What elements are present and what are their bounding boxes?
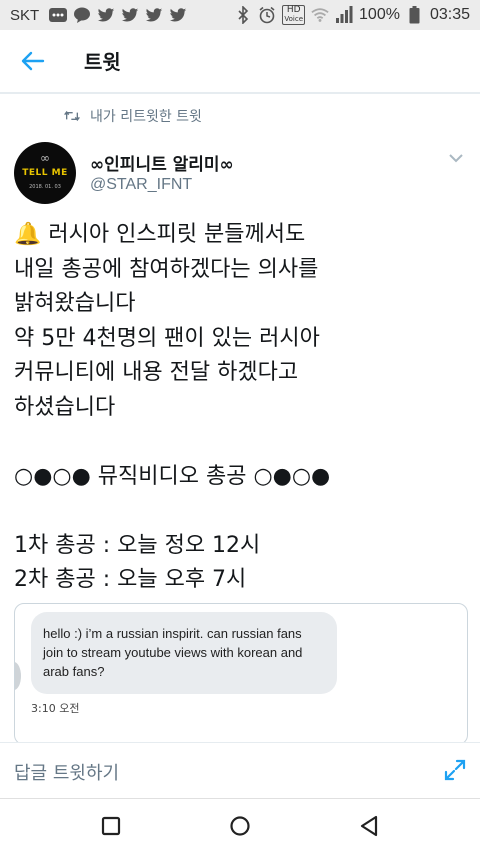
tweet-text: 🔔 러시아 인스피릿 분들께서도 내일 총공에 참여하겠다는 의사를 밝혀왔습니… bbox=[14, 222, 331, 592]
bluetooth-icon bbox=[234, 6, 252, 24]
status-bar-right: HD Voice 100% 03:35 bbox=[234, 0, 470, 30]
recent-apps-button[interactable] bbox=[96, 811, 126, 841]
app-bar: 트윗 bbox=[0, 30, 480, 94]
home-button[interactable] bbox=[225, 811, 255, 841]
hd-voice-top: HD bbox=[286, 5, 301, 15]
author-handle[interactable]: @STAR_IFNT bbox=[90, 176, 192, 194]
tweet-media-image[interactable]: hello :) i’m a russian inspirit. can rus… bbox=[14, 603, 468, 745]
reply-input[interactable]: 답글 트윗하기 bbox=[14, 759, 119, 785]
expand-reply-button[interactable] bbox=[444, 759, 466, 781]
triangle-back-icon bbox=[360, 815, 378, 837]
sender-avatar-partial bbox=[15, 662, 21, 690]
tweet-options-button[interactable] bbox=[446, 150, 466, 166]
twitter-notification-icon bbox=[121, 6, 139, 24]
twitter-notification-icon bbox=[145, 6, 163, 24]
clock: 03:35 bbox=[429, 6, 470, 23]
author-name[interactable]: ∞인피니트 알리미∞ bbox=[90, 150, 234, 175]
more-notifications-icon bbox=[49, 6, 68, 24]
twitter-notification-icon bbox=[169, 6, 187, 24]
hd-voice-icon: HD Voice bbox=[282, 5, 306, 25]
message-bubble: hello :) i’m a russian inspirit. can rus… bbox=[31, 612, 337, 694]
expand-icon bbox=[444, 759, 466, 781]
retweet-icon bbox=[64, 110, 80, 122]
message-time: 3:10 오전 bbox=[31, 702, 80, 715]
chevron-down-icon bbox=[449, 154, 463, 163]
navigation-bar bbox=[0, 798, 480, 854]
avatar[interactable]: ∞ TELL ME 2018. 01. 03 bbox=[14, 142, 76, 204]
battery-percent: 100% bbox=[359, 6, 400, 23]
back-nav-button[interactable] bbox=[354, 811, 384, 841]
avatar-album-text: TELL ME bbox=[22, 168, 68, 178]
reply-bar: 답글 트윗하기 bbox=[0, 742, 480, 799]
square-icon bbox=[101, 816, 121, 836]
back-arrow-icon bbox=[21, 51, 45, 71]
avatar-infinity: ∞ bbox=[40, 151, 50, 165]
back-button[interactable] bbox=[18, 48, 48, 74]
status-bar-left: SKT bbox=[0, 6, 187, 24]
twitter-notification-icon bbox=[97, 6, 115, 24]
alarm-icon bbox=[258, 6, 276, 24]
circle-icon bbox=[230, 816, 250, 836]
battery-icon bbox=[406, 6, 424, 24]
hd-voice-bottom: Voice bbox=[284, 15, 304, 23]
signal-icon bbox=[335, 6, 353, 24]
talk-icon bbox=[73, 6, 91, 24]
wifi-icon bbox=[311, 6, 329, 24]
retweet-label: 내가 리트윗한 트윗 bbox=[90, 109, 202, 125]
avatar-date-text: 2018. 01. 03 bbox=[29, 184, 61, 190]
retweet-header: 내가 리트윗한 트윗 bbox=[64, 106, 202, 126]
carrier-label: SKT bbox=[10, 6, 40, 24]
status-bar: SKT HD Voice 100% 03:35 bbox=[0, 0, 480, 30]
page-title: 트윗 bbox=[84, 50, 121, 74]
